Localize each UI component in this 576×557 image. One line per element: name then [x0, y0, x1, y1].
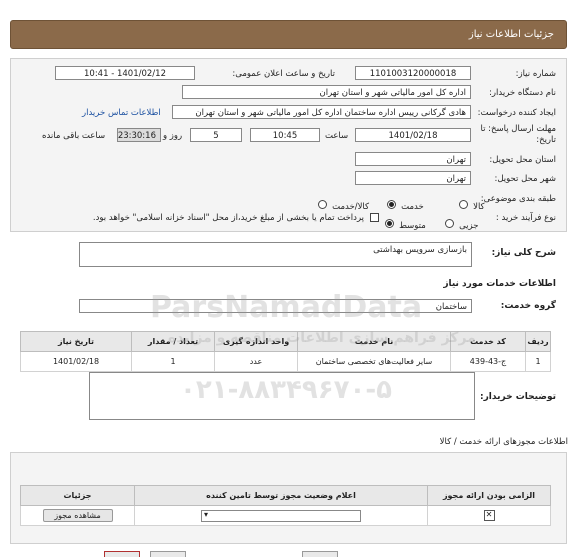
watermark-tagline: مرکز فراهم سازی اطلاعات مناقصه و مزایده: [168, 330, 476, 346]
cell-code: ج-43-439: [450, 351, 526, 372]
process-minor-label: جزیی: [459, 221, 479, 231]
license-status-select[interactable]: ▾: [201, 509, 361, 522]
deadline-date-field: 1401/02/18: [355, 128, 471, 142]
category-option-both[interactable]: کالا/خدمت: [318, 194, 369, 213]
cell-name: سایر فعالیت‌های تخصصی ساختمان: [297, 351, 451, 372]
process-minor-radio[interactable]: [445, 219, 454, 228]
city-field: تهران: [355, 171, 471, 185]
cell-license-required: ✕: [427, 505, 551, 526]
buyer-org-label: نام دستگاه خریدار:: [489, 88, 556, 98]
city-label: شهر محل تحویل:: [494, 174, 556, 184]
days-field: 5: [190, 128, 242, 142]
cell-row: 1: [525, 351, 551, 372]
process-medium-radio[interactable]: [385, 219, 394, 228]
col-license-required: الزامی بودن ارائه مجوز: [427, 485, 551, 506]
cell-license-status: ▾: [134, 505, 428, 526]
view-license-button[interactable]: مشاهده مجوز: [42, 509, 113, 522]
creator-label: ایجاد کننده درخواست:: [477, 108, 556, 118]
category-label: طبقه بندی موضوعی:: [480, 194, 556, 204]
category-goods-radio[interactable]: [459, 200, 468, 209]
category-option-goods[interactable]: کالا: [459, 194, 485, 213]
chevron-down-icon: ▾: [204, 509, 209, 519]
category-service-label: خدمت: [401, 202, 424, 212]
watermark-brand: ParsNamadData: [150, 290, 423, 325]
deadline-time-label: ساعت: [325, 131, 349, 141]
cell-qty: 1: [131, 351, 215, 372]
watermark-phone: ۰۲۱-۸۸۳۴۹۶۷۰-۵: [180, 375, 393, 405]
licenses-table-header: الزامی بودن ارائه مجوز اعلام وضعیت مجوز …: [20, 485, 551, 506]
table-row: 1 ج-43-439 سایر فعالیت‌های تخصصی ساختمان…: [20, 351, 551, 372]
remaining-time-field: 23:30:16: [117, 128, 161, 142]
licenses-section-title: اطلاعات مجوزهای ارائه خدمت / کالا: [439, 437, 568, 447]
cell-date: 1401/02/18: [20, 351, 132, 372]
col-license-details: جزئیات: [20, 485, 135, 506]
cell-license-details: مشاهده مجوز: [20, 505, 135, 526]
services-section-title: اطلاعات خدمات مورد نیاز: [443, 279, 556, 289]
page-title: جزئیات اطلاعات نیاز: [468, 29, 554, 40]
summary-label: شرح کلی نیاز:: [491, 248, 556, 258]
category-goods-label: کالا: [473, 202, 485, 212]
category-both-radio[interactable]: [318, 200, 327, 209]
col-date: تاریخ نیاز: [20, 331, 132, 352]
need-number-label: شماره نیاز:: [515, 69, 556, 79]
page-header: جزئیات اطلاعات نیاز: [10, 20, 567, 49]
category-both-label: کالا/خدمت: [332, 202, 370, 212]
deadline-label: مهلت ارسال پاسخ: تا: [480, 124, 556, 134]
col-row: ردیف: [525, 331, 551, 352]
remaining-time-label: ساعت باقی مانده: [42, 131, 106, 141]
bottom-button-left[interactable]: [104, 551, 140, 557]
deadline-date-label: تاریخ:: [536, 135, 556, 145]
announce-label: تاریخ و ساعت اعلان عمومی:: [232, 69, 335, 79]
treasury-note: پرداخت تمام یا بخشی از مبلغ خرید،از محل …: [92, 213, 364, 223]
category-service-radio[interactable]: [387, 200, 396, 209]
summary-field: بازسازی سرویس بهداشتی: [79, 242, 472, 267]
creator-field: هادی گرکانی رییس اداره ساختمان اداره کل …: [172, 105, 471, 119]
bottom-button-middle[interactable]: [150, 551, 186, 557]
need-number-field: 1101003120000018: [355, 66, 471, 80]
province-field: تهران: [355, 152, 471, 166]
required-checkbox-icon: ✕: [483, 510, 495, 521]
process-medium-label: متوسط: [399, 221, 426, 231]
buyer-notes-label: توضیحات خریدار:: [480, 392, 556, 402]
days-label: روز و: [163, 131, 183, 141]
cell-unit: عدد: [214, 351, 298, 372]
process-option-minor[interactable]: جزیی: [445, 213, 479, 232]
bottom-button-right[interactable]: [302, 551, 338, 557]
col-license-status: اعلام وضعیت مجوز توسط تامین کننده: [134, 485, 428, 506]
table-row: ✕ ▾ مشاهده مجوز: [20, 505, 551, 526]
licenses-table: الزامی بودن ارائه مجوز اعلام وضعیت مجوز …: [20, 485, 551, 526]
process-label: نوع فرآیند خرید :: [495, 213, 556, 223]
buyer-org-field: اداره کل امور مالیاتی شهر و استان تهران: [182, 85, 471, 99]
deadline-time-field: 10:45: [250, 128, 320, 142]
category-option-service[interactable]: خدمت: [387, 194, 424, 213]
announce-field: 1401/02/12 - 10:41: [55, 66, 195, 80]
province-label: استان محل تحویل:: [489, 155, 556, 165]
service-group-label: گروه خدمت:: [500, 301, 556, 311]
treasury-checkbox[interactable]: [370, 213, 379, 222]
contact-info-link[interactable]: اطلاعات تماس خریدار: [82, 108, 161, 118]
process-option-medium[interactable]: متوسط: [385, 213, 426, 232]
